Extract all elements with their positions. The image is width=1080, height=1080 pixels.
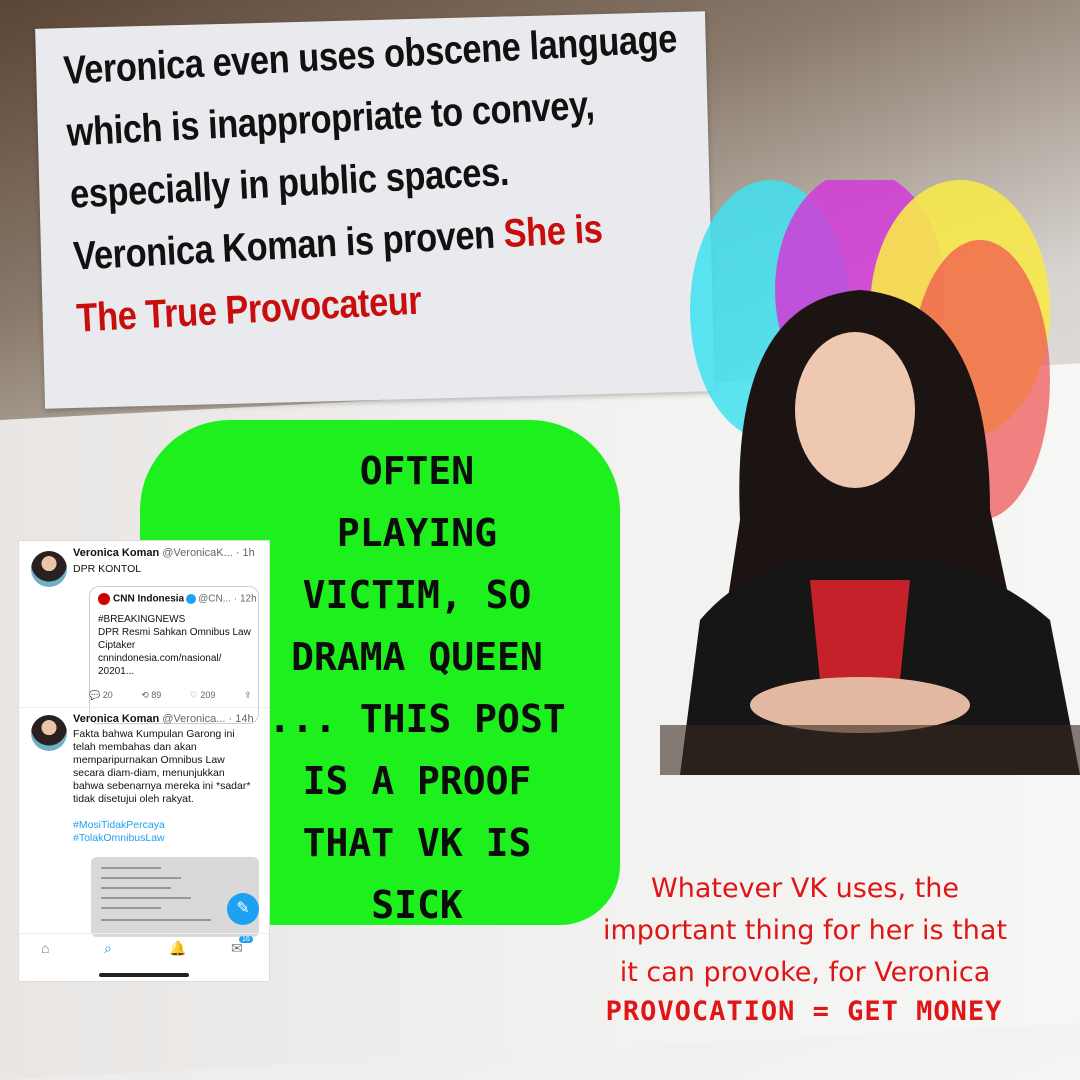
quoted-line-2: DPR Resmi Sahkan Omnibus Law: [98, 627, 251, 638]
portrait-photo: [660, 180, 1080, 775]
red-caption-line-1: Whatever VK uses, the: [651, 873, 959, 904]
green-line-8: SICK: [371, 883, 463, 927]
tweet2-line-4: secara diam-diam, menunjukkan: [73, 767, 225, 779]
green-line-3: VICTIM, SO: [302, 573, 532, 617]
tweet2-line-1: Fakta bahwa Kumpulan Garong ini: [73, 728, 235, 740]
hashtag-link[interactable]: #MosiTidakPercaya: [73, 819, 267, 832]
quoted-handle: @CN...: [198, 593, 232, 605]
headline: Veronica even uses obscene language whic…: [62, 7, 717, 350]
like-count: 209: [200, 690, 216, 700]
message-count-badge: 16: [239, 936, 253, 943]
cnn-logo-icon: [98, 593, 110, 605]
share-icon[interactable]: ⇪: [244, 690, 252, 700]
quoted-line-4: cnnindonesia.com/nasional/: [98, 653, 222, 664]
green-line-5: ... THIS POST: [268, 697, 566, 741]
avatar: [31, 551, 67, 587]
tweet2-line-6: tidak disetujui oleh rakyat.: [73, 793, 194, 805]
tweet-text: Fakta bahwa Kumpulan Garong ini telah me…: [73, 728, 267, 845]
quoted-author: CNN Indonesia @CN... · 12h: [98, 593, 257, 605]
red-caption: Whatever VK uses, the important thing fo…: [545, 868, 1065, 994]
verified-icon: [186, 594, 197, 604]
tweet-time: · 14h: [228, 713, 254, 725]
green-line-7: THAT VK IS: [302, 821, 532, 865]
search-icon[interactable]: ⌕: [104, 940, 112, 957]
tweet-text: DPR KONTOL: [73, 563, 142, 575]
tweet2-line-3: memparipurnakan Omnibus Law: [73, 754, 225, 766]
tweet-author-name: Veronica Koman: [73, 713, 160, 725]
green-line-1: OFTEN: [359, 449, 475, 493]
face: [795, 332, 915, 488]
red-top: [810, 580, 910, 680]
tweet-author: Veronica Koman @Veronica... · 14h: [73, 713, 254, 725]
reply-count: 20: [102, 690, 113, 700]
like-button[interactable]: ♡ 209: [190, 690, 216, 700]
quoted-tweet: CNN Indonesia @CN... · 12h #BREAKINGNEWS …: [89, 586, 259, 724]
red-caption-emphasis: PROVOCATION = GET MONEY: [605, 996, 1003, 1027]
divider: [19, 707, 269, 708]
headline-line-4-red: She is: [502, 207, 604, 257]
tweet-author-name: Veronica Koman: [73, 547, 160, 559]
compose-tweet-button[interactable]: ✎: [227, 893, 259, 925]
desk: [660, 725, 1080, 775]
tweet-author-handle: @Veronica...: [162, 713, 226, 725]
home-indicator: [99, 973, 189, 977]
tweet2-line-2: telah membahas dan akan: [73, 741, 197, 753]
tab-bar: ⌂ ⌕ 🔔 ✉ 16: [19, 933, 269, 964]
hashtag-link[interactable]: #TolakOmnibusLaw: [73, 832, 267, 845]
reply-button[interactable]: 💬 20: [89, 690, 113, 700]
tweet-screenshot: Veronica Koman @VeronicaK... · 1h DPR KO…: [18, 540, 270, 982]
retweet-count: 89: [151, 690, 162, 700]
notifications-icon[interactable]: 🔔: [169, 940, 186, 957]
green-line-6: IS A PROOF: [302, 759, 532, 803]
quoted-line-1: #BREAKINGNEWS: [98, 614, 186, 625]
tweet-time: · 1h: [235, 547, 255, 559]
quoted-time: · 12h: [233, 593, 257, 605]
tweet-actions: 💬 20 ⟲ 89 ♡ 209 ⇪: [89, 690, 269, 701]
red-caption-line-3: it can provoke, for Veronica: [619, 957, 991, 988]
retweet-button[interactable]: ⟲ 89: [141, 690, 161, 700]
tweet2-line-5: bahwa sebenarnya mereka ini *sadar*: [73, 780, 251, 792]
hands: [750, 677, 970, 733]
red-caption-line-2: important thing for her is that: [602, 915, 1008, 946]
tweet-author: Veronica Koman @VeronicaK... · 1h: [73, 547, 255, 559]
quoted-line-3: Ciptaker: [98, 640, 136, 651]
quoted-line-5: 20201...: [98, 666, 135, 677]
home-icon[interactable]: ⌂: [41, 940, 49, 956]
avatar: [31, 715, 67, 751]
green-line-4: DRAMA QUEEN: [291, 635, 543, 679]
tweet-author-handle: @VeronicaK...: [162, 547, 233, 559]
green-line-2: PLAYING: [336, 511, 498, 555]
green-callout-text: OFTEN PLAYING VICTIM, SO DRAMA QUEEN ...…: [262, 440, 572, 936]
quoted-text: #BREAKINGNEWS DPR Resmi Sahkan Omnibus L…: [98, 613, 251, 678]
quoted-source: CNN Indonesia: [113, 593, 185, 605]
